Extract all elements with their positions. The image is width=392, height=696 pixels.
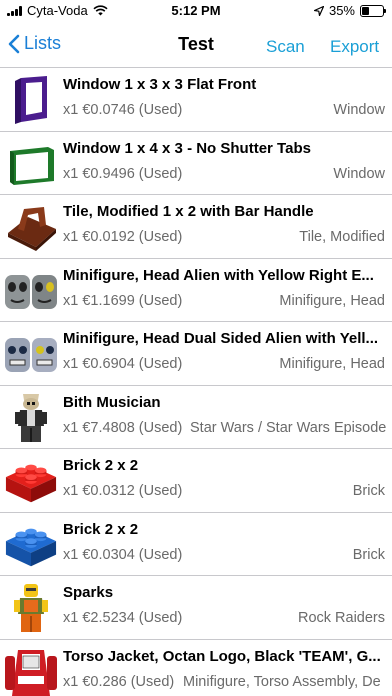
item-title: Torso Jacket, Octan Logo, Black 'TEAM', … bbox=[63, 647, 381, 665]
blue-brick-icon bbox=[4, 519, 58, 571]
item-title: Minifigure, Head Dual Sided Alien with Y… bbox=[63, 330, 379, 347]
list-item[interactable]: Tile, Modified 1 x 2 with Bar Handle x1 … bbox=[0, 195, 392, 259]
alien-head-dual-icon bbox=[4, 328, 58, 380]
list-item[interactable]: Window 1 x 4 x 3 - No Shutter Tabs x1 €0… bbox=[0, 132, 392, 195]
item-title: Minifigure, Head Alien with Yellow Right… bbox=[63, 266, 374, 284]
scan-button[interactable]: Scan bbox=[266, 37, 305, 57]
sparks-minifig-icon bbox=[4, 582, 58, 634]
red-brick-icon bbox=[4, 455, 58, 507]
item-quantity-price: x1 €0.0312 (Used) bbox=[63, 483, 183, 499]
alien-head-icon bbox=[4, 265, 58, 317]
item-category: Star Wars / Star Wars Episode bbox=[190, 419, 391, 436]
battery-fill bbox=[362, 6, 369, 15]
item-quantity-price: x1 €0.0746 (Used) bbox=[63, 102, 183, 118]
green-window-icon bbox=[4, 138, 58, 190]
bith-minifig-icon bbox=[4, 392, 58, 444]
item-title: Window 1 x 3 x 3 Flat Front bbox=[63, 76, 257, 93]
brown-tile-icon bbox=[4, 201, 58, 253]
item-category: Brick bbox=[352, 546, 385, 563]
chevron-left-icon bbox=[8, 34, 20, 53]
status-right: 35% bbox=[313, 3, 386, 18]
list-item[interactable]: Window 1 x 3 x 3 Flat Front x1 €0.0746 (… bbox=[0, 68, 392, 132]
battery-icon bbox=[360, 4, 386, 17]
item-quantity-price: x1 €1.1699 (Used) bbox=[63, 292, 183, 309]
item-category: Minifigure, Head bbox=[279, 356, 385, 372]
item-quantity-price: x1 €0.286 (Used) bbox=[63, 673, 175, 690]
status-bar: Cyta-Voda 5:12 PM 35% bbox=[0, 0, 392, 22]
item-title: Sparks bbox=[63, 584, 114, 601]
list-item[interactable]: Minifigure, Head Dual Sided Alien with Y… bbox=[0, 322, 392, 386]
item-title: Brick 2 x 2 bbox=[63, 457, 139, 474]
list-item[interactable]: Sparks x1 €2.5234 (Used) Rock Raiders bbox=[0, 576, 392, 640]
purple-window-icon bbox=[4, 74, 58, 126]
item-category: Brick bbox=[352, 483, 385, 499]
item-title: Tile, Modified 1 x 2 with Bar Handle bbox=[63, 203, 314, 220]
list-item[interactable]: Torso Jacket, Octan Logo, Black 'TEAM', … bbox=[0, 640, 392, 696]
item-title: Brick 2 x 2 bbox=[63, 520, 139, 538]
item-category: Tile, Modified bbox=[299, 229, 385, 245]
item-title: Bith Musician bbox=[63, 393, 161, 411]
location-arrow-icon bbox=[313, 5, 324, 16]
list-item[interactable]: Brick 2 x 2 x1 €0.0304 (Used) Brick bbox=[0, 513, 392, 576]
navigation-bar: Lists Test Scan Export bbox=[0, 22, 392, 68]
item-quantity-price: x1 €0.0304 (Used) bbox=[63, 546, 183, 563]
list-item[interactable]: Bith Musician x1 €7.4808 (Used) Star War… bbox=[0, 386, 392, 449]
list-item[interactable]: Brick 2 x 2 x1 €0.0312 (Used) Brick bbox=[0, 449, 392, 513]
item-category: Window bbox=[333, 102, 385, 118]
item-category: Minifigure, Head bbox=[279, 292, 385, 309]
item-title: Window 1 x 4 x 3 - No Shutter Tabs bbox=[63, 139, 311, 157]
parts-list: Window 1 x 3 x 3 Flat Front x1 €0.0746 (… bbox=[0, 68, 392, 696]
item-quantity-price: x1 €7.4808 (Used) bbox=[63, 419, 183, 436]
battery-percent: 35% bbox=[328, 3, 355, 18]
item-category: Minifigure, Torso Assembly, De bbox=[183, 673, 391, 690]
item-quantity-price: x1 €0.0192 (Used) bbox=[63, 229, 183, 245]
item-quantity-price: x1 €0.6904 (Used) bbox=[63, 356, 183, 372]
back-button[interactable]: Lists bbox=[8, 33, 61, 54]
item-category: Window bbox=[333, 165, 385, 182]
list-item[interactable]: Minifigure, Head Alien with Yellow Right… bbox=[0, 259, 392, 322]
item-quantity-price: x1 €0.9496 (Used) bbox=[63, 165, 183, 182]
item-category: Rock Raiders bbox=[297, 610, 385, 626]
export-button[interactable]: Export bbox=[330, 37, 379, 57]
item-quantity-price: x1 €2.5234 (Used) bbox=[63, 610, 183, 626]
torso-icon bbox=[4, 646, 58, 696]
back-label: Lists bbox=[24, 33, 62, 53]
